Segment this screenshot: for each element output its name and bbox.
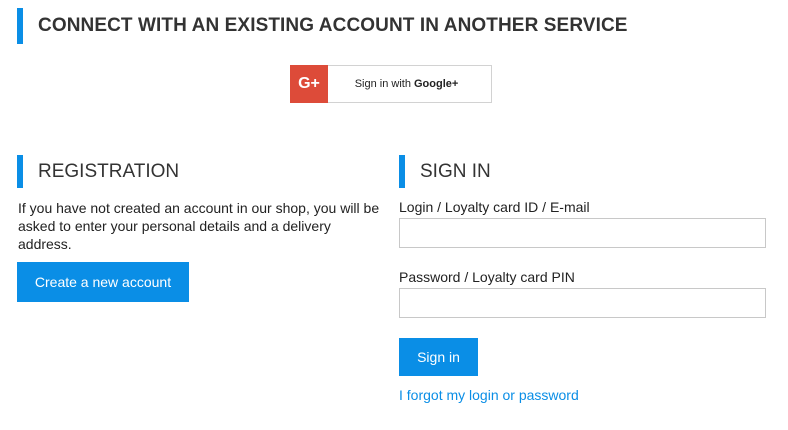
password-label: Password / Loyalty card PIN (399, 269, 575, 285)
forgot-password-link[interactable]: I forgot my login or password (399, 387, 579, 403)
signin-button[interactable]: Sign in (399, 338, 478, 376)
google-plus-button-label: Sign in with Google+ (328, 78, 491, 90)
registration-description: If you have not created an account in ou… (18, 200, 380, 252)
connect-accent-bar (17, 8, 23, 44)
registration-accent-bar (17, 155, 23, 188)
signin-heading: SIGN IN (420, 161, 491, 182)
login-input[interactable] (399, 218, 766, 248)
login-label: Login / Loyalty card ID / E-mail (399, 199, 590, 215)
google-plus-signin-button[interactable]: G+ Sign in with Google+ (290, 64, 492, 103)
signin-accent-bar (399, 155, 405, 188)
registration-heading: REGISTRATION (38, 161, 180, 182)
google-plus-icon: G+ (290, 64, 328, 103)
password-input[interactable] (399, 288, 766, 318)
create-account-button[interactable]: Create a new account (17, 262, 189, 302)
connect-heading: CONNECT WITH AN EXISTING ACCOUNT IN ANOT… (38, 15, 628, 36)
google-plus-button-brand: Google+ (414, 78, 459, 90)
google-plus-button-prefix: Sign in with (354, 78, 414, 90)
